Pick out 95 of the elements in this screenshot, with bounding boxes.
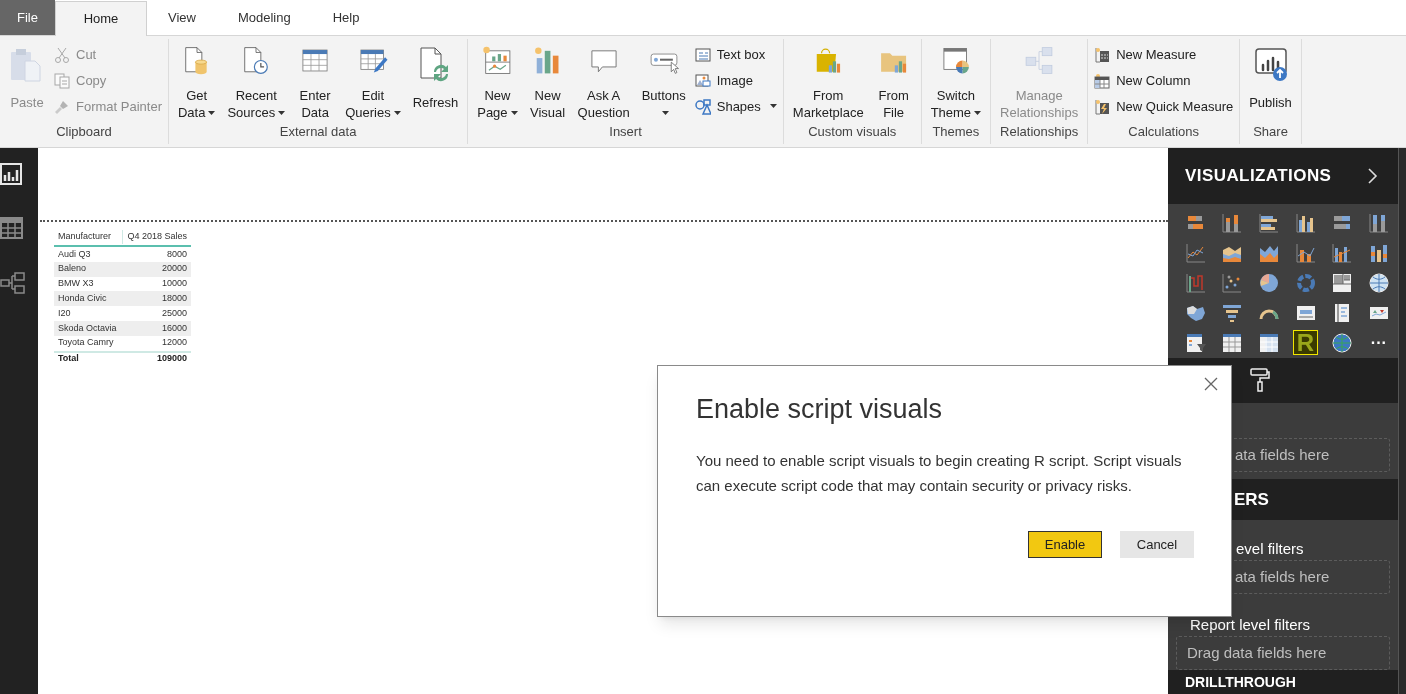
table-cell-text: 10000 [160,277,188,291]
file-tab[interactable]: File [0,0,55,35]
ribbon-button[interactable]: New Measure [1094,45,1234,65]
scissors-icon [54,47,70,63]
globe-icon [1331,331,1354,354]
calculator-icon [1094,99,1111,115]
paint-roller-icon [1250,368,1270,393]
table-cell-text: Skoda Octavia [57,321,118,335]
table-cell-text: 18000 [160,292,188,306]
group-label: Insert [608,123,643,141]
table-cell-text: 25000 [160,306,188,320]
ribbon-button[interactable]: Switch Theme [925,41,987,121]
line-chart-icon [1184,241,1207,264]
model-icon [0,270,25,294]
cancel-button[interactable]: Cancel [1120,531,1194,558]
group-label: Relationships [999,123,1080,141]
ribbon-button[interactable]: Image [694,71,777,91]
donut-chart-icon [1294,271,1317,294]
combo-chart-icon [1331,241,1354,264]
ribbon-button[interactable]: Publish [1244,41,1297,121]
ribbon-button[interactable]: New Column [1094,71,1234,91]
view-switch-button[interactable] [0,216,26,240]
chevron-right-icon [1368,167,1378,184]
waterfall-chart-icon [1184,271,1207,294]
ribbon-button[interactable]: Buttons [636,41,691,121]
table-cell-text: Honda Civic [57,292,108,306]
expand-button[interactable] [1368,167,1378,184]
globe-icon [1367,271,1390,294]
view-switch-button[interactable] [0,270,26,294]
group-label: External data [278,123,358,141]
visual-type-button[interactable] [1329,330,1355,356]
publish-chart-icon [1252,46,1289,82]
panel-title: VISUALIZATIONS [1185,165,1332,188]
clustered-bar-icon [1257,211,1280,234]
close-icon [1203,376,1219,392]
stacked-column-icon [1367,211,1390,234]
column-header: Manufacturer [54,230,123,244]
table-icon [1221,331,1244,354]
group-label: Custom visuals [807,123,898,141]
table-cell-text: 8000 [165,247,188,261]
table-cell-text: Toyota Camry [57,336,115,350]
group-label: Themes [931,123,981,141]
ribbon-button[interactable]: Text box [694,45,777,65]
stacked-column-icon [1221,211,1244,234]
section-heading: ERS [1233,488,1269,511]
table-icon [1094,73,1111,89]
image-icon [694,73,711,89]
ribbon-button[interactable]: Get Data [173,41,221,121]
ribbon-button[interactable]: New Visual [524,41,571,121]
clustered-column-icon [1294,211,1317,234]
ribbon-button[interactable]: New Page [472,41,523,121]
section-heading: DRILLTHROUGH [1185,674,1296,690]
group-label: Share [1252,123,1289,141]
text-box-icon [694,47,711,63]
scatter-chart-icon [1221,271,1244,294]
pie-chart-icon [1257,271,1280,294]
slicer-icon [1184,331,1207,354]
table-cell-text: Audi Q3 [57,247,92,261]
treemap-icon [1331,271,1354,294]
ribbon-button[interactable]: Ask A Question [572,41,635,121]
ribbon-button[interactable]: From File [870,41,917,121]
visual-type-button[interactable] [1366,270,1392,296]
table-cell-text: Baleno [57,262,88,276]
brush-icon [54,99,70,115]
ribbon-button[interactable]: Refresh [407,41,464,121]
total-cell-text: 109000 [155,352,188,366]
total-cell-text: Total [57,352,80,366]
ribbon-button[interactable]: Shapes [694,97,777,117]
filter-label: Report level filters [1189,615,1312,635]
group-label: Clipboard [55,123,113,141]
ribbon-button[interactable]: Edit Queries [340,41,406,121]
table-cell-text: 12000 [160,336,188,350]
copy-icon [54,73,70,89]
table-cell-text: 16000 [160,321,188,335]
group-label: Calculations [1127,123,1201,141]
grid-icon [0,216,25,240]
visual-type-button[interactable]: R [1293,330,1318,356]
report-icon [0,162,25,186]
ribbon-tab[interactable]: Home [55,1,147,36]
matrix-icon [1257,331,1280,354]
ribbon-button[interactable]: Recent Sources [222,41,291,121]
combo-chart-icon [1294,241,1317,264]
table-cell-text: BMW X3 [57,277,95,291]
visual-type-button[interactable]: ··· [1366,330,1392,356]
ribbon-button[interactable]: From Marketplace [787,41,869,121]
enable-button[interactable]: Enable [1028,531,1102,558]
shapes-icon [694,99,711,115]
table-cell-text: I20 [57,306,72,320]
scrollbar[interactable] [1398,148,1406,694]
ribbon-button[interactable]: New Quick Measure [1094,97,1234,117]
ribbon-button[interactable]: Enter Data [292,41,339,121]
table-cell-text: 20000 [160,262,188,276]
dialog-title: Enable script visuals [696,393,944,426]
calculator-icon [1094,47,1111,63]
column-header: Q4 2018 Sales [126,230,188,244]
